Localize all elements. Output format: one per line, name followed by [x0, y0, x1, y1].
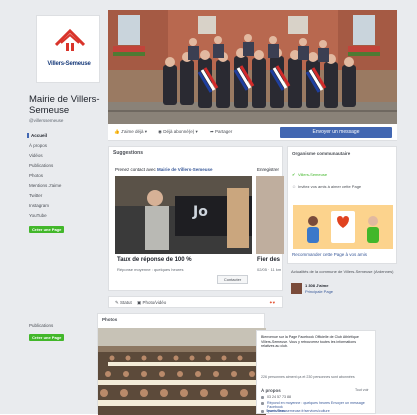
about-card: Bienvenue sur la Page Facebook Officiell…	[256, 330, 376, 414]
svg-text:Jo: Jo	[192, 204, 208, 220]
invite-icon: ☺	[292, 184, 297, 189]
news-likes: 1 308 J'aime	[305, 283, 329, 288]
sidebar-item-twitter[interactable]: Twitter	[29, 193, 101, 198]
response-rate-subtitle: Réponse moyenne : quelques heures	[117, 267, 184, 272]
suggestion-2-title[interactable]: Enregistrer	[257, 167, 279, 172]
follow-button[interactable]: ◉ Déjà abonné(e) ▾	[158, 129, 198, 135]
facebook-page: Villers-Semeuse Mairie de Villers-Semeus…	[0, 0, 417, 415]
status-tab[interactable]: ✎ Statut	[115, 300, 132, 306]
community-card: Organisme communautaire ✔ Villers-Semeus…	[287, 146, 397, 264]
camera-icon: ▣	[137, 300, 142, 305]
about-title: À propos	[261, 388, 281, 393]
like-button[interactable]: 👍 J'aime déjà ▾	[114, 129, 147, 135]
check-icon: ✔	[292, 172, 296, 177]
welcome-text: Bienvenue sur la Page Facebook Officiell…	[261, 335, 359, 349]
suggestion-image-2[interactable]	[256, 176, 284, 254]
suggestion-image[interactable]: Jo	[115, 176, 252, 254]
message-icon	[261, 402, 264, 405]
profile-picture[interactable]: Villers-Semeuse	[36, 15, 100, 83]
suggestion-2-rate: Fier des	[257, 257, 281, 263]
community-line-1[interactable]: Invitez vos amis à aimer cette Page	[298, 184, 361, 189]
about-category[interactable]: Sports Team	[266, 409, 286, 413]
photos-card: Photos	[97, 313, 266, 415]
photo-video-tab[interactable]: ▣ Photo/vidéo	[137, 300, 166, 306]
photos-image[interactable]	[98, 328, 266, 415]
suggestions-title: Suggestions	[113, 150, 144, 156]
group-photo-image	[108, 10, 397, 124]
about-phone[interactable]: 03 24 57 73 88	[267, 395, 291, 399]
cover-photo[interactable]	[108, 10, 397, 124]
news-thumbnail[interactable]	[291, 283, 302, 294]
sidebar-item-posts[interactable]: Publications	[29, 163, 101, 168]
phone-icon	[261, 396, 264, 399]
suggestion-2-subtitle: 02/05 · 11 km	[257, 267, 282, 272]
people-illustration-icon	[293, 205, 393, 249]
sidebar-item-likes[interactable]: Mentions J'aime	[29, 183, 101, 188]
create-page-button-2[interactable]: Créer une Page	[29, 334, 65, 341]
response-rate-title: Taux de réponse de 100 %	[117, 257, 192, 263]
rss-icon: ◉	[158, 129, 162, 134]
share-button[interactable]: ➦ Partager	[210, 129, 232, 135]
globe-icon	[261, 410, 264, 413]
share-icon: ➦	[210, 129, 214, 134]
send-message-button[interactable]: Envoyer un message	[280, 127, 392, 138]
page-title: Mairie de Villers-Semeuse	[29, 94, 100, 116]
recommend-page-link[interactable]: Recommander cette Page à vos amis	[292, 252, 367, 257]
contact-button[interactable]: Contacter	[217, 275, 248, 284]
create-page-button[interactable]: Créer une Page	[29, 226, 65, 233]
people-stats: 226 personnes aiment ça et 230 personnes…	[261, 375, 355, 379]
logo-text: Villers-Semeuse	[47, 61, 91, 67]
sidebar-item-youtube[interactable]: YouTube	[29, 213, 101, 218]
event-photo-image: Jo	[115, 176, 252, 254]
sidebar-item-about[interactable]: À propos	[29, 143, 101, 148]
photos-title: Photos	[102, 317, 118, 322]
left-sidebar: Villers-Semeuse Mairie de Villers-Semeus…	[27, 10, 107, 410]
logo-roof-icon	[55, 28, 85, 51]
post-composer-bar: ✎ Statut ▣ Photo/vidéo ✦▾	[108, 296, 283, 308]
suggestion-subtitle: Prenez contact avec Mairie de Villers-Se…	[115, 167, 213, 172]
more-options-icon[interactable]: ✦▾	[269, 300, 275, 306]
page-handle: @villerssemeuse	[29, 118, 64, 123]
publications-label: Publications	[29, 323, 54, 328]
sidebar-item-instagram[interactable]: Instagram	[29, 203, 101, 208]
pencil-icon: ✎	[115, 300, 119, 305]
page-action-bar: 👍 J'aime déjà ▾ ◉ Déjà abonné(e) ▾ ➦ Par…	[108, 124, 397, 141]
see-all-link[interactable]: Tout voir	[355, 388, 369, 392]
sidebar-item-home[interactable]: Accueil	[27, 133, 99, 138]
community-line-0[interactable]: Villers-Semeuse	[298, 172, 327, 177]
sidebar-item-videos[interactable]: Vidéos	[29, 153, 101, 158]
suggestions-card: Suggestions Prenez contact avec Mairie d…	[108, 146, 284, 291]
community-title: Organisme communautaire	[292, 151, 351, 156]
sidebar-item-photos[interactable]: Photos	[29, 173, 101, 178]
thumbs-up-icon: 👍	[114, 129, 120, 134]
news-tag[interactable]: Principale Page	[305, 289, 333, 294]
promo-illustration	[293, 205, 393, 249]
news-title: Actualités de la commune de Villers-Seme…	[291, 269, 394, 274]
banquet-photo-image	[98, 328, 266, 415]
